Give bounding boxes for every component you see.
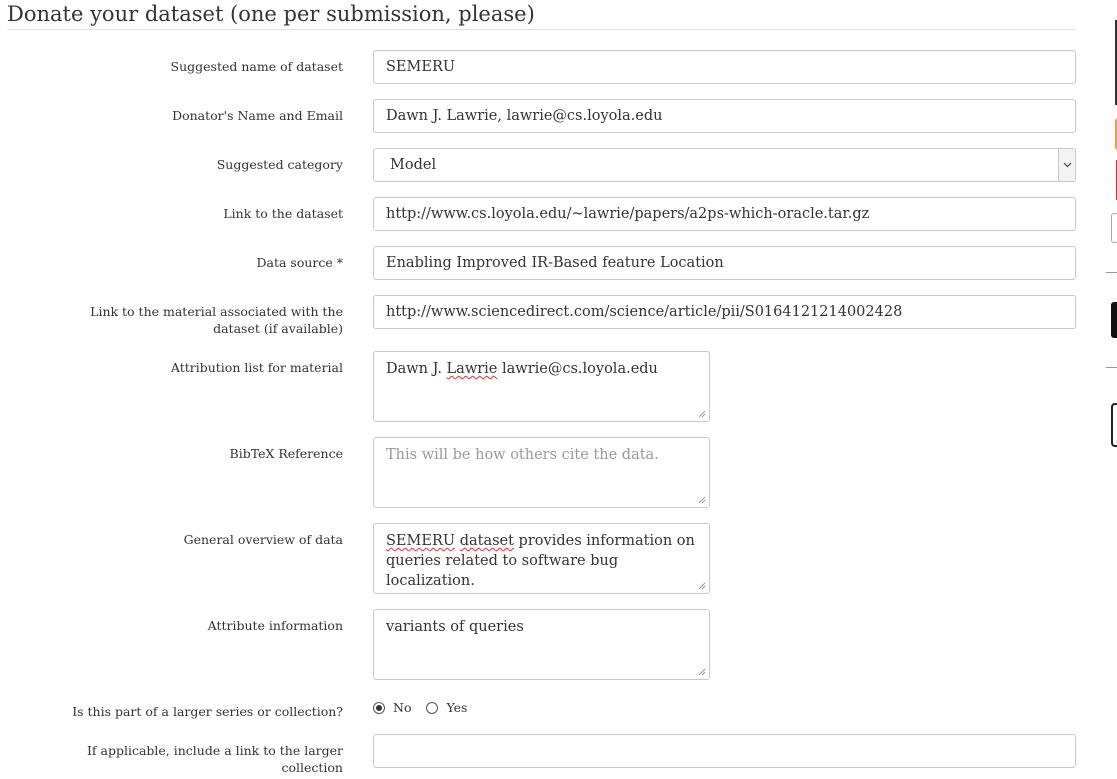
sidebar-fragment <box>1111 302 1117 338</box>
resize-handle-icon[interactable] <box>697 495 706 504</box>
bibtex-placeholder: This will be how others cite the data. <box>386 447 659 463</box>
donator-label: Donator's Name and Email <box>172 108 343 123</box>
misspelled-word: Lawrie <box>446 361 498 377</box>
sidebar-fragment <box>1111 213 1117 243</box>
bibtex-label: BibTeX Reference <box>229 446 343 461</box>
category-selected-value: Model <box>390 157 437 173</box>
bibtex-textarea[interactable]: This will be how others cite the data. <box>373 437 710 508</box>
attribute-info-label: Attribute information <box>207 618 343 633</box>
misspelled-word: dataset <box>459 533 514 549</box>
series-radio-group: No Yes <box>373 700 467 715</box>
dataset-link-input[interactable]: http://www.cs.loyola.edu/~lawrie/papers/… <box>373 197 1076 231</box>
material-link-value: http://www.sciencedirect.com/science/art… <box>386 304 903 320</box>
donator-input[interactable]: Dawn J. Lawrie, lawrie@cs.loyola.edu <box>373 99 1076 133</box>
collection-link-label: If applicable, include a link to the lar… <box>86 743 343 775</box>
resize-handle-icon[interactable] <box>697 667 706 676</box>
attribution-text-rest: lawrie@cs.loyola.edu <box>497 361 658 377</box>
sidebar-divider <box>1106 367 1117 368</box>
overview-label: General overview of data <box>183 532 343 547</box>
clipped-sidebar <box>1106 0 1117 779</box>
material-link-input[interactable]: http://www.sciencedirect.com/science/art… <box>373 295 1076 329</box>
attribute-info-value: variants of queries <box>386 619 524 635</box>
resize-handle-icon[interactable] <box>697 581 706 590</box>
collection-link-input[interactable] <box>373 734 1076 768</box>
radio-yes-label[interactable]: Yes <box>446 700 467 715</box>
sidebar-divider <box>1106 272 1117 273</box>
dataset-link-value: http://www.cs.loyola.edu/~lawrie/papers/… <box>386 206 870 222</box>
page-title: Donate your dataset (one per submission,… <box>7 2 535 26</box>
radio-no-label[interactable]: No <box>393 700 411 715</box>
radio-no[interactable] <box>373 701 385 714</box>
dataset-name-value: SEMERU <box>386 59 456 75</box>
attribution-label: Attribution list for material <box>170 360 343 375</box>
resize-handle-icon[interactable] <box>697 409 706 418</box>
overview-textarea[interactable]: SEMERU dataset provides information on q… <box>373 523 710 594</box>
dataset-name-input[interactable]: SEMERU <box>373 50 1076 84</box>
radio-selected-dot <box>376 704 382 711</box>
category-select[interactable]: Model <box>373 148 1076 182</box>
chevron-down-icon[interactable] <box>1058 149 1075 181</box>
attribute-info-textarea[interactable]: variants of queries <box>373 609 710 680</box>
attribution-textarea[interactable]: Dawn J. Lawrie lawrie@cs.loyola.edu <box>373 351 710 422</box>
attribution-text: Dawn J. <box>386 361 447 377</box>
series-label: Is this part of a larger series or colle… <box>72 704 343 719</box>
title-divider <box>7 29 1076 30</box>
data-source-input[interactable]: Enabling Improved IR-Based feature Locat… <box>373 246 1076 280</box>
data-source-value: Enabling Improved IR-Based feature Locat… <box>386 255 724 271</box>
donator-value: Dawn J. Lawrie, lawrie@cs.loyola.edu <box>386 108 663 124</box>
misspelled-word: SEMERU <box>386 533 456 549</box>
sidebar-fragment <box>1111 403 1117 447</box>
category-label: Suggested category <box>216 157 343 172</box>
material-link-label: Link to the material associated with the… <box>90 304 343 336</box>
radio-yes[interactable] <box>426 701 439 714</box>
dataset-link-label: Link to the dataset <box>223 206 343 221</box>
dataset-name-label: Suggested name of dataset <box>170 59 343 74</box>
data-source-label: Data source * <box>256 255 343 270</box>
